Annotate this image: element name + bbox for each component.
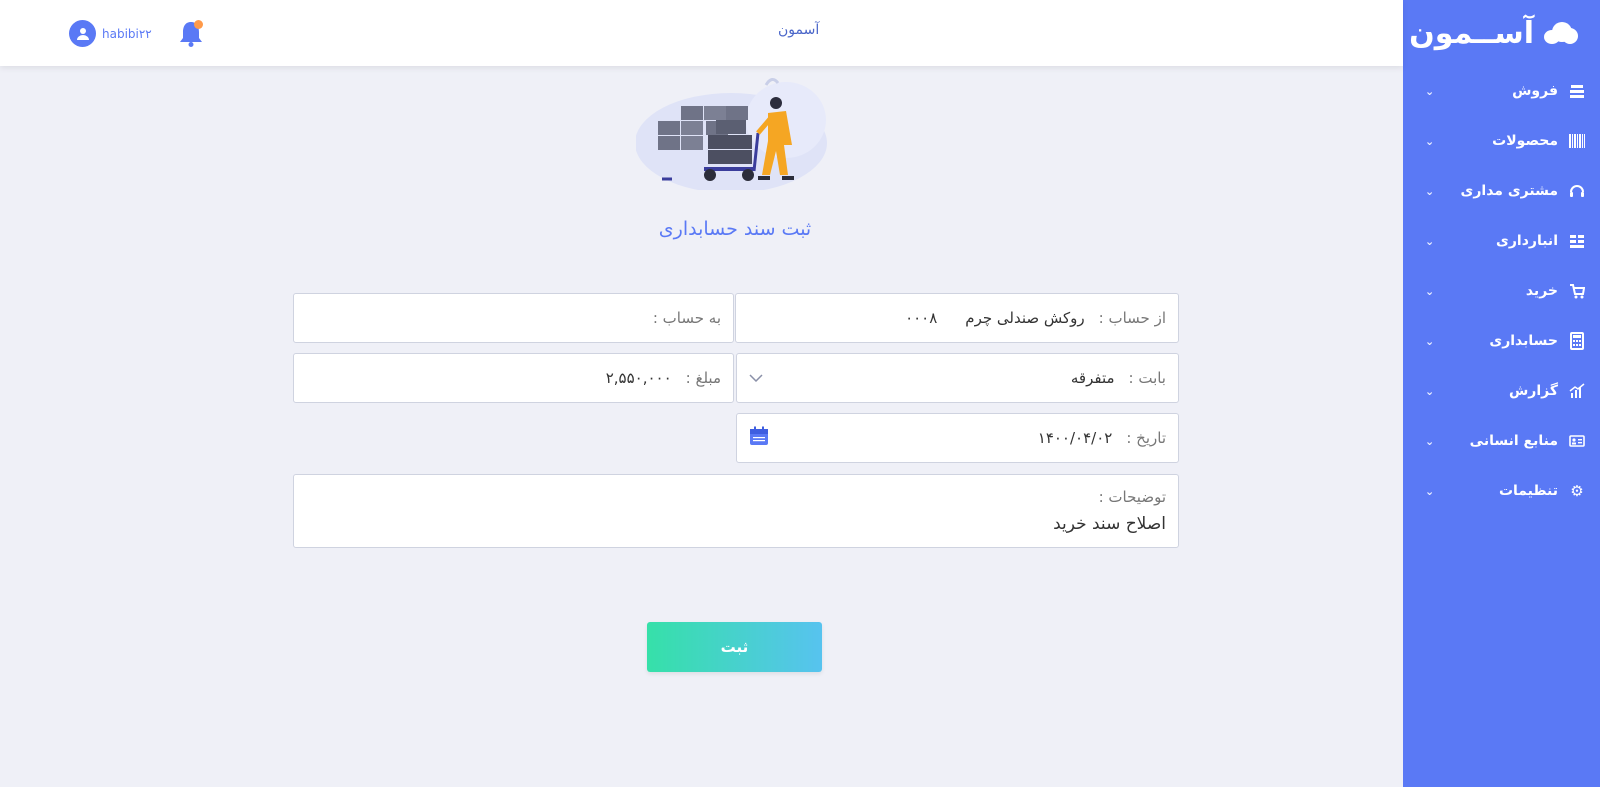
notification-bell-icon[interactable] [177, 18, 205, 48]
logo[interactable]: آســمون [1403, 0, 1600, 66]
sidebar-item-hr[interactable]: منابع انسانی ⌄ [1403, 416, 1600, 466]
sidebar-item-label: فروش [1512, 83, 1558, 99]
username: habibi۲۲ [102, 26, 152, 41]
category-value: متفرقه [1070, 369, 1115, 387]
calendar-icon[interactable] [749, 426, 769, 450]
calculator-icon [1568, 332, 1586, 350]
description-field[interactable]: توضیحات : اصلاح سند خرید [293, 474, 1179, 548]
description-value: اصلاح سند خرید [1053, 514, 1166, 534]
from-account-code: ۰۰۰۸ [905, 309, 938, 327]
sidebar-item-crm[interactable]: مشتری مداری ⌄ [1403, 166, 1600, 216]
user-icon [69, 20, 96, 47]
sidebar-item-label: تنظیمات [1498, 483, 1558, 499]
category-label: بابت : [1128, 369, 1166, 387]
sidebar-item-label: منابع انسانی [1469, 433, 1558, 449]
sidebar-item-label: محصولات [1492, 133, 1558, 149]
page-title: ثبت سند حسابداری [658, 218, 812, 240]
to-account-label: به حساب : [652, 309, 721, 327]
sidebar-item-accounting[interactable]: حسابداری ⌄ [1403, 316, 1600, 366]
category-select[interactable]: بابت : متفرقه [736, 353, 1179, 403]
sidebar-item-label: حسابداری [1489, 333, 1558, 349]
chevron-down-icon: ⌄ [1425, 384, 1435, 398]
to-account-field[interactable]: به حساب : [293, 293, 734, 343]
amount-label: مبلغ : [685, 369, 721, 387]
chevron-down-icon: ⌄ [1425, 134, 1435, 148]
app-title: آسمون [778, 22, 820, 38]
chevron-down-icon: ⌄ [1425, 484, 1435, 498]
date-label: تاریخ : [1126, 429, 1166, 447]
warehouse-illustration [635, 75, 832, 193]
sidebar-item-label: مشتری مداری [1460, 183, 1559, 199]
sidebar-item-purchase[interactable]: خرید ⌄ [1403, 266, 1600, 316]
from-account-value: روکش صندلی چرم [965, 309, 1085, 327]
chevron-down-icon: ⌄ [1425, 84, 1435, 98]
amount-value: ۲,۵۵۰,۰۰۰ [605, 369, 672, 387]
sidebar-item-sales[interactable]: فروش ⌄ [1403, 66, 1600, 116]
sidebar-item-products[interactable]: محصولات ⌄ [1403, 116, 1600, 166]
description-label: توضیحات : [1098, 488, 1166, 506]
notification-dot [194, 20, 203, 29]
headset-icon [1568, 182, 1586, 200]
cart-icon [1568, 282, 1586, 300]
gear-icon: ⚙ [1570, 482, 1584, 500]
chevron-down-icon: ⌄ [1425, 284, 1435, 298]
sidebar-item-warehouse[interactable]: انبارداری ⌄ [1403, 216, 1600, 266]
from-account-field[interactable]: از حساب : روکش صندلی چرم ۰۰۰۸ [735, 293, 1179, 343]
barcode-icon [1568, 132, 1586, 150]
sidebar: آســمون فروش ⌄ محصولات ⌄ مشتری مداری ⌄ ا… [1403, 0, 1600, 787]
user-menu[interactable]: habibi۲۲ [69, 20, 152, 47]
chevron-down-icon: ⌄ [1425, 184, 1435, 198]
submit-button[interactable]: ثبت [647, 622, 822, 672]
id-card-icon [1568, 432, 1586, 450]
chevron-down-icon [749, 369, 763, 387]
logo-text: آســمون [1409, 15, 1534, 51]
amount-field[interactable]: مبلغ : ۲,۵۵۰,۰۰۰ [293, 353, 734, 403]
topbar: habibi۲۲ آسمون [0, 0, 1403, 66]
from-account-label: از حساب : [1098, 309, 1166, 327]
cloud-icon [1544, 22, 1578, 44]
chevron-down-icon: ⌄ [1425, 434, 1435, 448]
date-field[interactable]: تاریخ : ۱۴۰۰/۰۴/۰۲ [736, 413, 1179, 463]
date-value: ۱۴۰۰/۰۴/۰۲ [1037, 429, 1113, 447]
sidebar-item-label: گزارش [1508, 383, 1558, 399]
chevron-down-icon: ⌄ [1425, 234, 1435, 248]
sidebar-item-label: خرید [1525, 283, 1558, 299]
chevron-down-icon: ⌄ [1425, 334, 1435, 348]
warehouse-icon [1568, 232, 1586, 250]
sidebar-menu: فروش ⌄ محصولات ⌄ مشتری مداری ⌄ انبارداری… [1403, 66, 1600, 516]
register-icon [1568, 82, 1586, 100]
sidebar-item-report[interactable]: گزارش ⌄ [1403, 366, 1600, 416]
sidebar-item-settings[interactable]: ⚙ تنظیمات ⌄ [1403, 466, 1600, 516]
sidebar-item-label: انبارداری [1496, 233, 1558, 249]
chart-icon [1568, 382, 1586, 400]
